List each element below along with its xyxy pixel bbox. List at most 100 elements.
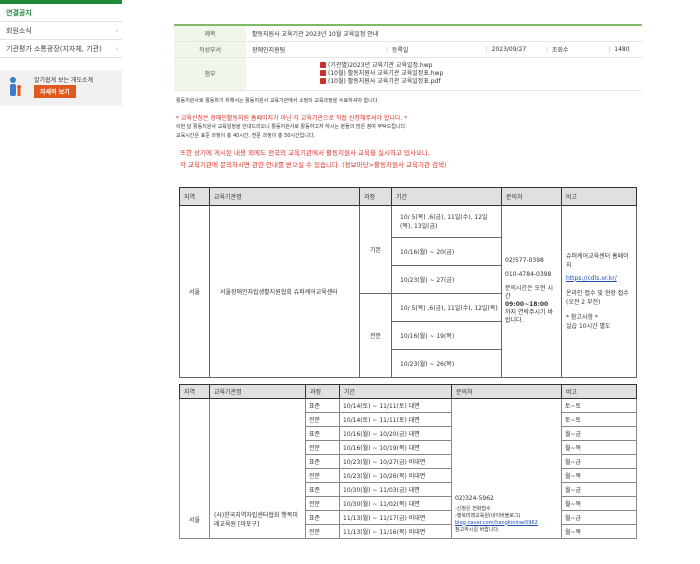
course-cell: 표준 (305, 397, 340, 413)
note-cell: 월~금 (561, 453, 637, 469)
note-text: * 참고사항 * (566, 313, 598, 321)
note-text: (오전 2 부전) (566, 298, 601, 306)
org-cell: 서울장애인자립생활지원협회 슈퍼케어교육센터 (209, 204, 360, 378)
sidebar-item-evaluation[interactable]: 기관평가 소통광장(지자체, 기관) › (0, 40, 122, 58)
period-cell: 10/16(월) ~ 19(목) (391, 320, 502, 350)
period-cell: 10/16(월) ~ 10/19(목) 대면 (339, 439, 452, 455)
notice-text: 각 교육기관에 문의하시면 관련 안내를 받으실 수 있습니다. (정보마당>활… (180, 160, 447, 169)
post-meta-table: 제목 활동지원사 교육기관 2023년 10월 교육일정 안내 작성부서 장애인… (174, 24, 642, 91)
inquiry-text: 문의시간은 오전 시간 (505, 285, 553, 300)
col-header: 문의처 (451, 383, 562, 399)
author-label: 작성부서 (174, 41, 246, 58)
course-cell: 표준 (305, 453, 340, 469)
file-icon (320, 70, 326, 76)
attach-label: 첨부 (174, 57, 246, 91)
schedule-table-2: 지역 교육기관명 과정 기간 문의처 비고 서울 (사)한국지역자립센터협회 행… (179, 383, 637, 539)
col-header: 문의처 (501, 186, 562, 206)
period-cell: 10/ 5(목) ,6(금), 11일(수), 12일(목) (391, 292, 502, 322)
sidebar-item-label: 회원소식 (6, 27, 32, 35)
period-cell: 10/14(토) ~ 11/11(토) 대면 (339, 397, 452, 413)
col-header: 과정 (305, 383, 340, 399)
period-cell: 11/13(월) ~ 11/16(목) 비대면 (339, 523, 452, 539)
course-cell: 전문 (305, 467, 340, 483)
blog-link[interactable]: blog.naver.com/hangkmirae5962 (455, 520, 558, 527)
note-cell: 월~금 (561, 481, 637, 497)
post-date: | 2023/09/27 (466, 41, 546, 58)
date-label: | 등록일 (386, 41, 466, 58)
note-cell: 월~목 (561, 467, 637, 483)
col-header: 지역 (179, 186, 210, 206)
col-header: 교육기관명 (209, 383, 306, 399)
col-header: 과정 (359, 186, 392, 206)
attachment-link[interactable]: (10월) 활동지원사 교육기관 교육일정표.hwp (320, 70, 642, 78)
col-header: 지역 (179, 383, 210, 399)
post-title: 활동지원사 교육기관 2023년 10월 교육일정 안내 (246, 24, 642, 42)
left-sidebar: 연결공지 회원소식 › 기관평가 소통광장(지자체, 기관) › 알기쉽게 보는… (0, 0, 122, 106)
note-cell: 월~목 (561, 439, 637, 455)
views-label: | 조회수 (546, 41, 596, 58)
period-cell: 11/13(월) ~ 11/17(금) 비대면 (339, 509, 452, 525)
post-views: | 1480 (596, 41, 642, 58)
col-header: 비고 (561, 186, 637, 206)
promo-banner[interactable]: 알기쉽게 보는 개도소개 자세히 보기 (0, 70, 122, 106)
schedule-table-1: 지역 교육기관명 과정 기간 문의처 비고 서울 서울장애인자립생활지원협회 슈… (179, 186, 637, 378)
contact-text: 참고하시길 바랍니다. (455, 526, 500, 533)
contact-text: -신청은 전화접수 (455, 505, 491, 512)
note-cell: 월~금 (561, 425, 637, 441)
sidebar-item-label: 기관평가 소통광장(지자체, 기관) (6, 45, 102, 53)
col-header: 기간 (391, 186, 502, 206)
chevron-right-icon: › (115, 45, 118, 53)
note-cell: 토~토 (561, 411, 637, 427)
period-cell: 10/14(토) ~ 11/11(토) 대면 (339, 411, 452, 427)
contact-text: -행복미래교육원(네이버블로그) (455, 512, 521, 519)
course-cell: 전문 (305, 523, 340, 539)
region-cell: 서울 (179, 397, 210, 539)
note-cell: 월~금 (561, 509, 637, 525)
col-header: 기간 (339, 383, 452, 399)
course-cell: 전문 (305, 411, 340, 427)
period-cell: 10/23(월) ~ 10/27(금) 비대면 (339, 453, 452, 469)
notice-text: * 교육신청은 장애인활동지원 홈페이지가 아닌 각 교육기관으로 직접 신청해… (176, 114, 408, 122)
course-cell: 표준 (305, 425, 340, 441)
phone-text: 02)577-0398 (505, 257, 544, 264)
chevron-right-icon: › (115, 27, 118, 35)
course-cell: 기본 (359, 204, 392, 294)
period-cell: 10/30(월) ~ 11/03(금) 대면 (339, 481, 452, 497)
phone-text: 02)324-5962 (455, 494, 494, 502)
sidebar-item-news[interactable]: 회원소식 › (0, 22, 122, 40)
org-cell: (사)한국지역자립센터협회 행복미래교육원 [마포구] (209, 397, 306, 539)
note-text: 온라인 접수 및 현장 접수 (566, 289, 629, 297)
sidebar-item-label: 연결공지 (6, 9, 32, 17)
banner-text: 알기쉽게 보는 개도소개 (34, 77, 94, 84)
course-cell: 표준 (305, 481, 340, 497)
period-cell: 10/30(월) ~ 11/02(목) 대면 (339, 495, 452, 511)
title-label: 제목 (174, 24, 246, 42)
banner-more-button[interactable]: 자세히 보기 (34, 85, 76, 98)
region-cell: 서울 (179, 204, 210, 378)
hours-text: 09:00~18:00 (505, 301, 549, 308)
phone-text: 010-4784-0398 (505, 271, 552, 278)
period-cell: 10/16(월) ~ 20(금) (391, 236, 502, 266)
course-cell: 전문 (305, 495, 340, 511)
attachment-link[interactable]: (기관별)2023년 교육기관 교육일정.hwp (320, 62, 642, 70)
note-cell: 월~목 (561, 495, 637, 511)
period-cell: 10/23(월) ~ 10/26(목) 비대면 (339, 467, 452, 483)
sidebar-item-notice[interactable]: 연결공지 (0, 4, 122, 22)
course-cell: 전문 (359, 292, 392, 378)
post-author: 장애인지원팀 (246, 41, 386, 58)
homepage-link[interactable]: https://cdls.or.kr/ (566, 274, 633, 283)
attachment-link[interactable]: (10월) 활동지원사 교육기관 교육일정표.pdf (320, 78, 642, 86)
note-cell: 월~목 (561, 523, 637, 539)
period-cell: 10/ 5(목) ,6(금), 11일(수), 12일(목), 13일(금) (391, 204, 502, 238)
intro-text: 활동지원사로 활동하기 위해서는 활동지원사 교육기관에서 소정의 교육과정을 … (176, 97, 379, 104)
inquiry-text: 까지 연락주시기 바랍니다. (505, 309, 553, 324)
person-icon (10, 77, 21, 96)
body-text: 교육시간은 표준 과정이 총 40시간, 전문 과정이 총 50시간입니다. (176, 132, 316, 139)
main-content: 제목 활동지원사 교육기관 2023년 10월 교육일정 안내 작성부서 장애인… (174, 24, 642, 539)
file-icon (320, 62, 326, 68)
course-cell: 전문 (305, 439, 340, 455)
note-title: 슈퍼케어교육센터 홈페이지 (566, 252, 629, 269)
note-cell: 토~토 (561, 397, 637, 413)
body-text: 이번 달 활동지원사 교육일정을 안내드리오니 활동지원사로 활동하고자 하시는… (176, 123, 407, 130)
attachment-list: (기관별)2023년 교육기관 교육일정.hwp (10월) 활동지원사 교육기… (320, 58, 642, 90)
